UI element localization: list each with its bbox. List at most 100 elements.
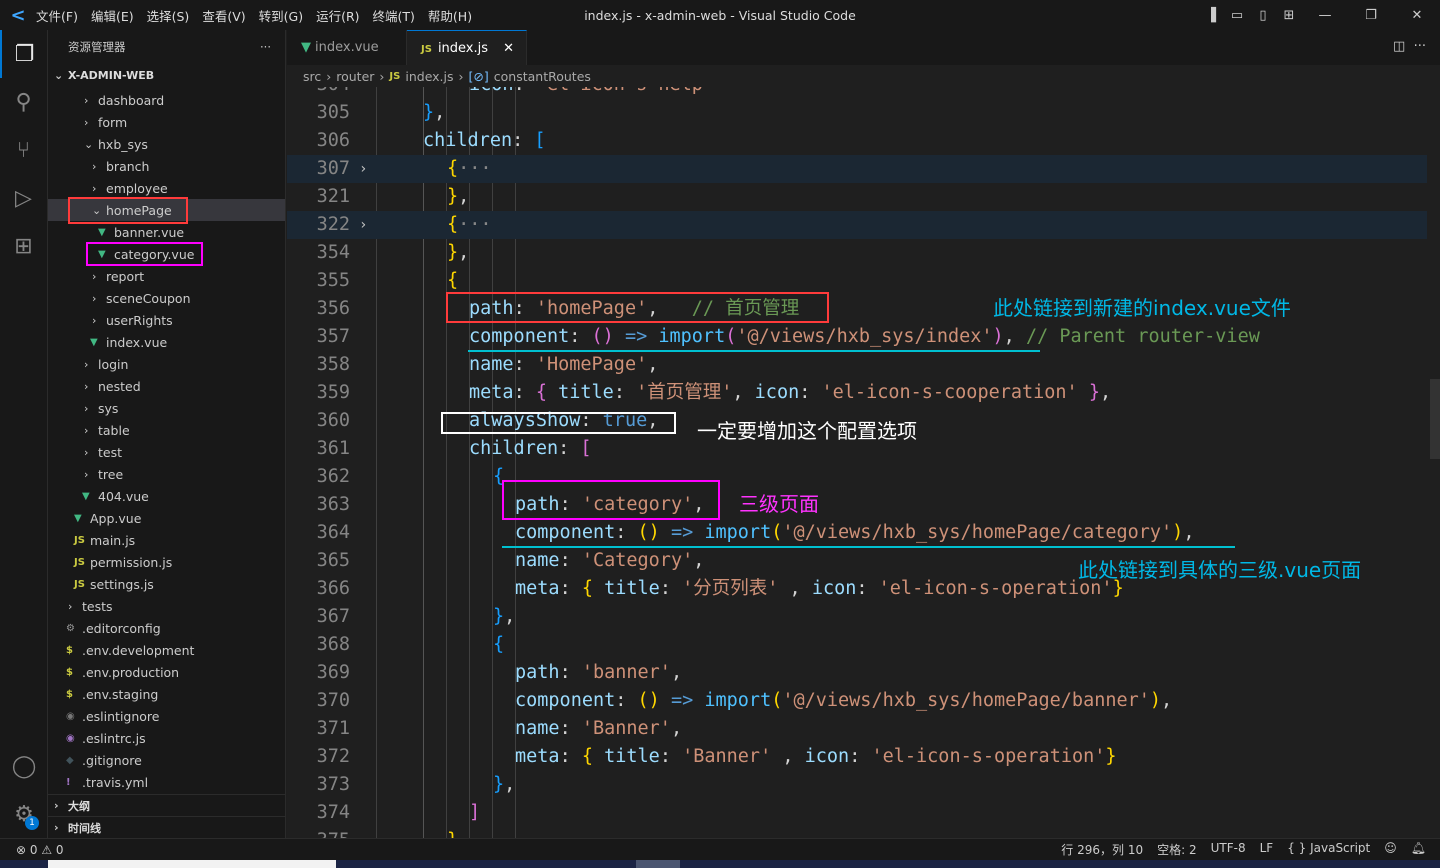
extensions-icon[interactable]: ⊞ <box>0 222 47 270</box>
close-tab-icon[interactable]: ✕ <box>503 41 514 56</box>
breadcrumb-symbol[interactable]: constantRoutes <box>494 69 591 84</box>
item-label: employee <box>106 180 168 196</box>
code-text: component: () => import('@/views/hxb_sys… <box>469 323 1260 351</box>
menu-item[interactable]: 选择(S) <box>147 9 190 24</box>
file-item[interactable]: ▼ 404.vue <box>48 485 149 507</box>
menu-item[interactable]: 编辑(E) <box>91 9 134 24</box>
settings-gear-icon[interactable]: ⚙ 1 <box>0 790 48 838</box>
outline-section[interactable]: › 大纲 <box>48 794 286 816</box>
problems-indicator[interactable]: ⊗ 0 ⚠ 0 <box>16 843 64 857</box>
folder-item[interactable]: › sceneCoupon <box>48 287 191 309</box>
code-token: } <box>447 186 459 207</box>
maximize-button[interactable]: ❐ <box>1348 8 1394 23</box>
file-item[interactable]: ▼ index.vue <box>48 331 167 353</box>
workspace-root-label: X-ADMIN-WEB <box>68 68 155 82</box>
file-item[interactable]: ◉ .eslintrc.js <box>48 727 146 749</box>
code-token: '@/views/hxb_sys/homePage/category' <box>782 522 1173 543</box>
folder-item[interactable]: › form <box>48 111 127 133</box>
feedback-icon[interactable]: ☺ <box>1384 841 1397 858</box>
timeline-section[interactable]: › 时间线 <box>48 816 286 838</box>
toggle-sidebar-icon[interactable]: ▐ <box>1198 8 1224 23</box>
file-item[interactable]: JS permission.js <box>48 551 172 573</box>
menu-item[interactable]: 查看(V) <box>202 9 245 24</box>
language-mode[interactable]: { } JavaScript <box>1287 841 1370 858</box>
code-token: : <box>856 578 879 599</box>
breadcrumb-router[interactable]: router <box>336 69 374 84</box>
indentation[interactable]: 空格: 2 <box>1157 841 1197 858</box>
folder-item[interactable]: ⌄ hxb_sys <box>48 133 148 155</box>
menu-item[interactable]: 终端(T) <box>373 9 415 24</box>
line-number: 360 <box>316 410 350 431</box>
customize-layout-icon[interactable]: ⊞ <box>1276 8 1302 23</box>
menu-item[interactable]: 转到(G) <box>259 9 303 24</box>
explorer-icon[interactable]: ❐ <box>0 30 47 78</box>
file-item[interactable]: JS main.js <box>48 529 135 551</box>
account-icon[interactable]: ◯ <box>0 742 48 790</box>
code-line: 322 › {··· <box>287 211 1427 239</box>
code-text: { <box>493 463 504 491</box>
folder-item[interactable]: › employee <box>48 177 168 199</box>
outline-label: 大纲 <box>68 799 90 813</box>
split-editor-icon[interactable]: ◫ <box>1393 39 1405 54</box>
variable-icon: [⊘] <box>468 68 489 84</box>
minimize-button[interactable]: — <box>1302 8 1348 23</box>
folder-item[interactable]: › branch <box>48 155 149 177</box>
folder-item[interactable]: › report <box>48 265 144 287</box>
more-actions-button[interactable]: ··· <box>260 40 271 54</box>
source-control-icon[interactable]: ⑂ <box>0 126 47 174</box>
folder-item[interactable]: › dashboard <box>48 89 164 111</box>
file-item[interactable]: $ .env.development <box>48 639 194 661</box>
file-item[interactable]: ⚙ .editorconfig <box>48 617 161 639</box>
folder-item[interactable]: ⌄ homePage <box>48 199 285 221</box>
notifications-bell-icon[interactable]: 🔔︎ <box>1411 841 1426 858</box>
tab-label: index.js <box>437 40 489 56</box>
file-item[interactable]: ! .travis.yml <box>48 771 148 793</box>
folder-item[interactable]: › test <box>48 441 122 463</box>
tab-index-vue[interactable]: ▼ index.vue <box>287 30 407 65</box>
file-item[interactable]: ◆ .gitignore <box>48 749 142 771</box>
file-item[interactable]: $ .env.production <box>48 661 179 683</box>
fold-chevron-icon[interactable]: › <box>359 211 367 239</box>
code-line: 357 component: () => import('@/views/hxb_… <box>287 323 1427 351</box>
code-editor[interactable]: 304icon: 'el-icon-s-help'305},306childre… <box>287 87 1440 838</box>
folder-item[interactable]: › tree <box>48 463 123 485</box>
run-debug-icon[interactable]: ▷ <box>0 174 47 222</box>
cursor-position[interactable]: 行 296，列 10 <box>1061 841 1143 858</box>
more-actions-icon[interactable]: ··· <box>1414 39 1426 54</box>
file-item[interactable]: $ .env.staging <box>48 683 158 705</box>
file-item[interactable]: ▼ category.vue <box>48 243 194 265</box>
file-item[interactable]: ▼ App.vue <box>48 507 141 529</box>
folder-item[interactable]: › userRights <box>48 309 173 331</box>
activity-bar: ❐ ⚲ ⑂ ▷ ⊞ ◯ ⚙ 1 <box>0 30 48 838</box>
code-token: : <box>613 382 637 403</box>
menu-item[interactable]: 文件(F) <box>36 9 78 24</box>
folder-item[interactable]: › table <box>48 419 130 441</box>
editor-scrollbar[interactable] <box>1426 87 1440 838</box>
close-window-button[interactable]: ✕ <box>1394 8 1440 23</box>
tab-index-js[interactable]: JS index.js ✕ <box>407 30 527 65</box>
encoding[interactable]: UTF-8 <box>1211 841 1246 858</box>
folder-item[interactable]: › sys <box>48 397 118 419</box>
folder-item[interactable]: › login <box>48 353 128 375</box>
fold-chevron-icon[interactable]: › <box>359 155 367 183</box>
code-token: component <box>515 522 616 543</box>
breadcrumb-file[interactable]: index.js <box>405 69 453 84</box>
breadcrumb-src[interactable]: src <box>303 69 321 84</box>
search-icon[interactable]: ⚲ <box>0 78 47 126</box>
menu-item[interactable]: 帮助(H) <box>428 9 472 24</box>
line-ending[interactable]: LF <box>1260 841 1274 858</box>
file-item[interactable]: ◉ .eslintignore <box>48 705 159 727</box>
code-token: , <box>458 186 470 207</box>
file-item[interactable]: ▼ banner.vue <box>48 221 184 243</box>
file-item[interactable]: JS settings.js <box>48 573 154 595</box>
code-token: { <box>493 634 505 655</box>
workspace-root[interactable]: ⌄ X-ADMIN-WEB <box>48 64 285 86</box>
folder-item[interactable]: › tests <box>48 595 113 617</box>
code-text: }, <box>447 239 469 267</box>
toggle-secondary-sidebar-icon[interactable]: ▯ <box>1250 8 1276 23</box>
line-number: 366 <box>316 578 350 599</box>
toggle-panel-icon[interactable]: ▭ <box>1224 8 1250 23</box>
folder-item[interactable]: › nested <box>48 375 141 397</box>
menu-item[interactable]: 运行(R) <box>316 9 359 24</box>
